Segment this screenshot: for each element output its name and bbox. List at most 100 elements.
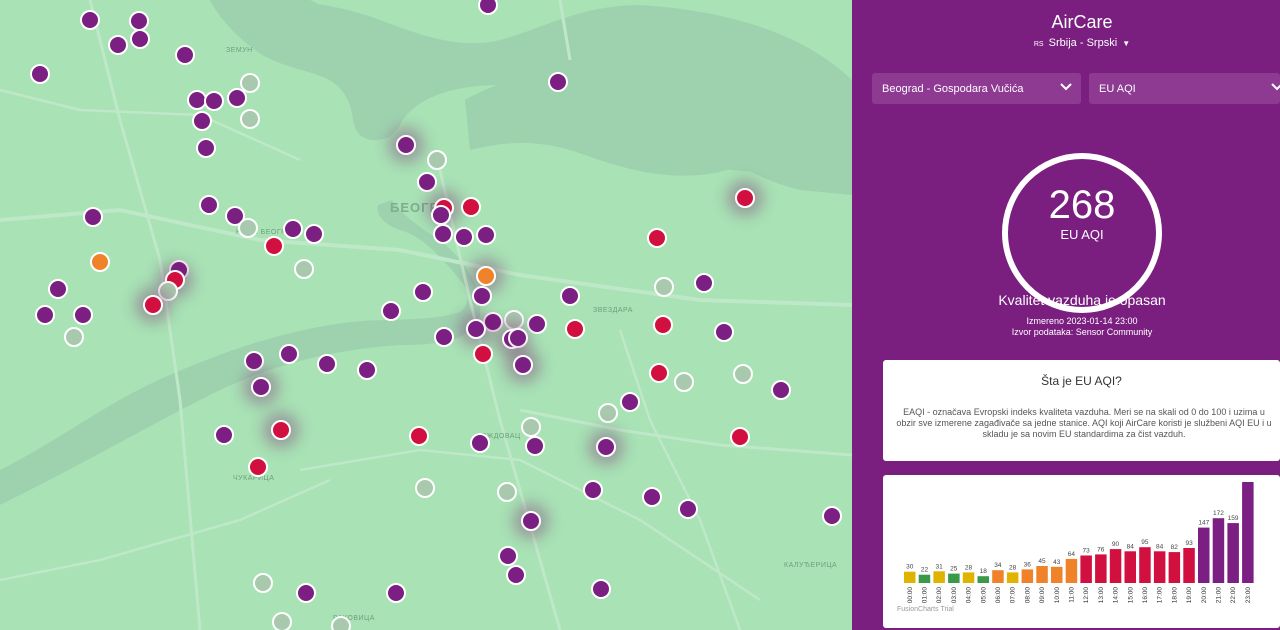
station-marker-grey[interactable] xyxy=(272,612,292,630)
map[interactable]: ЗЕМУН БЕОГР ЗВЕЗДАРА ЧУКАРИЦА ВОЖДОВАЦ Р… xyxy=(0,0,852,630)
station-marker-purple[interactable] xyxy=(386,583,406,603)
station-marker-purple[interactable] xyxy=(472,286,492,306)
station-marker-purple[interactable] xyxy=(506,565,526,585)
station-marker-purple[interactable] xyxy=(357,360,377,380)
station-marker-grey[interactable] xyxy=(598,403,618,423)
station-marker-red[interactable] xyxy=(473,344,493,364)
station-marker-purple[interactable] xyxy=(431,205,451,225)
station-marker-purple[interactable] xyxy=(175,45,195,65)
station-marker-purple[interactable] xyxy=(204,91,224,111)
station-marker-purple[interactable] xyxy=(527,314,547,334)
station-marker-purple[interactable] xyxy=(620,392,640,412)
station-marker-purple[interactable] xyxy=(498,546,518,566)
station-marker-purple[interactable] xyxy=(80,10,100,30)
station-marker-purple[interactable] xyxy=(381,301,401,321)
station-marker-red[interactable] xyxy=(653,315,673,335)
station-marker-red[interactable] xyxy=(735,188,755,208)
station-marker-grey[interactable] xyxy=(733,364,753,384)
station-marker-purple[interactable] xyxy=(83,207,103,227)
station-marker-purple[interactable] xyxy=(244,351,264,371)
station-marker-grey[interactable] xyxy=(331,616,351,630)
station-marker-red[interactable] xyxy=(565,319,585,339)
station-marker-purple[interactable] xyxy=(192,111,212,131)
station-marker-purple[interactable] xyxy=(525,436,545,456)
chart-bar[interactable] xyxy=(948,573,960,583)
chart-bar[interactable] xyxy=(1153,551,1166,583)
chart-bar[interactable] xyxy=(1212,518,1225,583)
station-marker-purple[interactable] xyxy=(130,29,150,49)
station-marker-purple[interactable] xyxy=(596,437,616,457)
station-marker-purple[interactable] xyxy=(196,138,216,158)
station-marker-purple[interactable] xyxy=(591,579,611,599)
chart-bar[interactable] xyxy=(1080,555,1092,584)
station-marker-grey[interactable] xyxy=(497,482,517,502)
station-marker-red[interactable] xyxy=(649,363,669,383)
station-marker-purple[interactable] xyxy=(822,506,842,526)
station-marker-purple[interactable] xyxy=(48,279,68,299)
station-marker-red[interactable] xyxy=(143,295,163,315)
station-marker-red[interactable] xyxy=(409,426,429,446)
station-marker-orange[interactable] xyxy=(90,252,110,272)
station-marker-purple[interactable] xyxy=(560,286,580,306)
chart-bar[interactable] xyxy=(1036,566,1048,583)
station-marker-grey[interactable] xyxy=(654,277,674,297)
station-marker-purple[interactable] xyxy=(396,135,416,155)
station-marker-purple[interactable] xyxy=(642,487,662,507)
chart-bar[interactable] xyxy=(1168,552,1181,583)
station-marker-purple[interactable] xyxy=(129,11,149,31)
station-marker-grey[interactable] xyxy=(415,478,435,498)
station-marker-grey[interactable] xyxy=(238,218,258,238)
station-marker-red[interactable] xyxy=(461,197,481,217)
chart-bar[interactable] xyxy=(1021,569,1034,583)
chart-bar[interactable] xyxy=(1006,572,1019,583)
station-marker-grey[interactable] xyxy=(294,259,314,279)
station-marker-purple[interactable] xyxy=(251,377,271,397)
station-marker-purple[interactable] xyxy=(35,305,55,325)
station-marker-purple[interactable] xyxy=(73,305,93,325)
chart-bar[interactable] xyxy=(1227,523,1239,583)
station-select[interactable]: Beograd - Gospodara Vučića xyxy=(872,73,1081,104)
station-marker-purple[interactable] xyxy=(108,35,128,55)
station-marker-purple[interactable] xyxy=(470,433,490,453)
station-marker-purple[interactable] xyxy=(513,355,533,375)
station-marker-purple[interactable] xyxy=(30,64,50,84)
station-marker-red[interactable] xyxy=(248,457,268,477)
station-marker-purple[interactable] xyxy=(548,72,568,92)
station-marker-grey[interactable] xyxy=(240,109,260,129)
station-marker-grey[interactable] xyxy=(64,327,84,347)
chart-bar[interactable] xyxy=(1124,551,1137,583)
chart-bar[interactable] xyxy=(1095,554,1107,583)
station-marker-grey[interactable] xyxy=(521,417,541,437)
station-marker-purple[interactable] xyxy=(417,172,437,192)
station-marker-purple[interactable] xyxy=(279,344,299,364)
station-marker-grey[interactable] xyxy=(504,310,524,330)
station-marker-purple[interactable] xyxy=(317,354,337,374)
station-marker-orange[interactable] xyxy=(476,266,496,286)
station-marker-purple[interactable] xyxy=(583,480,603,500)
station-marker-purple[interactable] xyxy=(199,195,219,215)
chart-bar[interactable] xyxy=(918,574,931,583)
station-marker-purple[interactable] xyxy=(714,322,734,342)
index-select[interactable]: EU AQI xyxy=(1089,73,1280,104)
station-marker-purple[interactable] xyxy=(521,511,541,531)
station-marker-purple[interactable] xyxy=(454,227,474,247)
chart-bar[interactable] xyxy=(1183,548,1195,583)
chart-bar[interactable] xyxy=(962,572,975,583)
chart-bar[interactable] xyxy=(992,570,1004,583)
chart-bar[interactable] xyxy=(977,576,990,583)
station-marker-red[interactable] xyxy=(271,420,291,440)
station-marker-grey[interactable] xyxy=(674,372,694,392)
chart-bar[interactable] xyxy=(1198,527,1210,583)
station-marker-purple[interactable] xyxy=(214,425,234,445)
station-marker-purple[interactable] xyxy=(476,225,496,245)
station-marker-purple[interactable] xyxy=(283,219,303,239)
station-marker-purple[interactable] xyxy=(304,224,324,244)
station-marker-purple[interactable] xyxy=(771,380,791,400)
station-marker-red[interactable] xyxy=(730,427,750,447)
station-marker-grey[interactable] xyxy=(427,150,447,170)
chart-bar[interactable] xyxy=(904,571,916,583)
chart-bar[interactable] xyxy=(1051,566,1063,583)
station-marker-purple[interactable] xyxy=(433,224,453,244)
station-marker-purple[interactable] xyxy=(434,327,454,347)
station-marker-purple[interactable] xyxy=(466,319,486,339)
